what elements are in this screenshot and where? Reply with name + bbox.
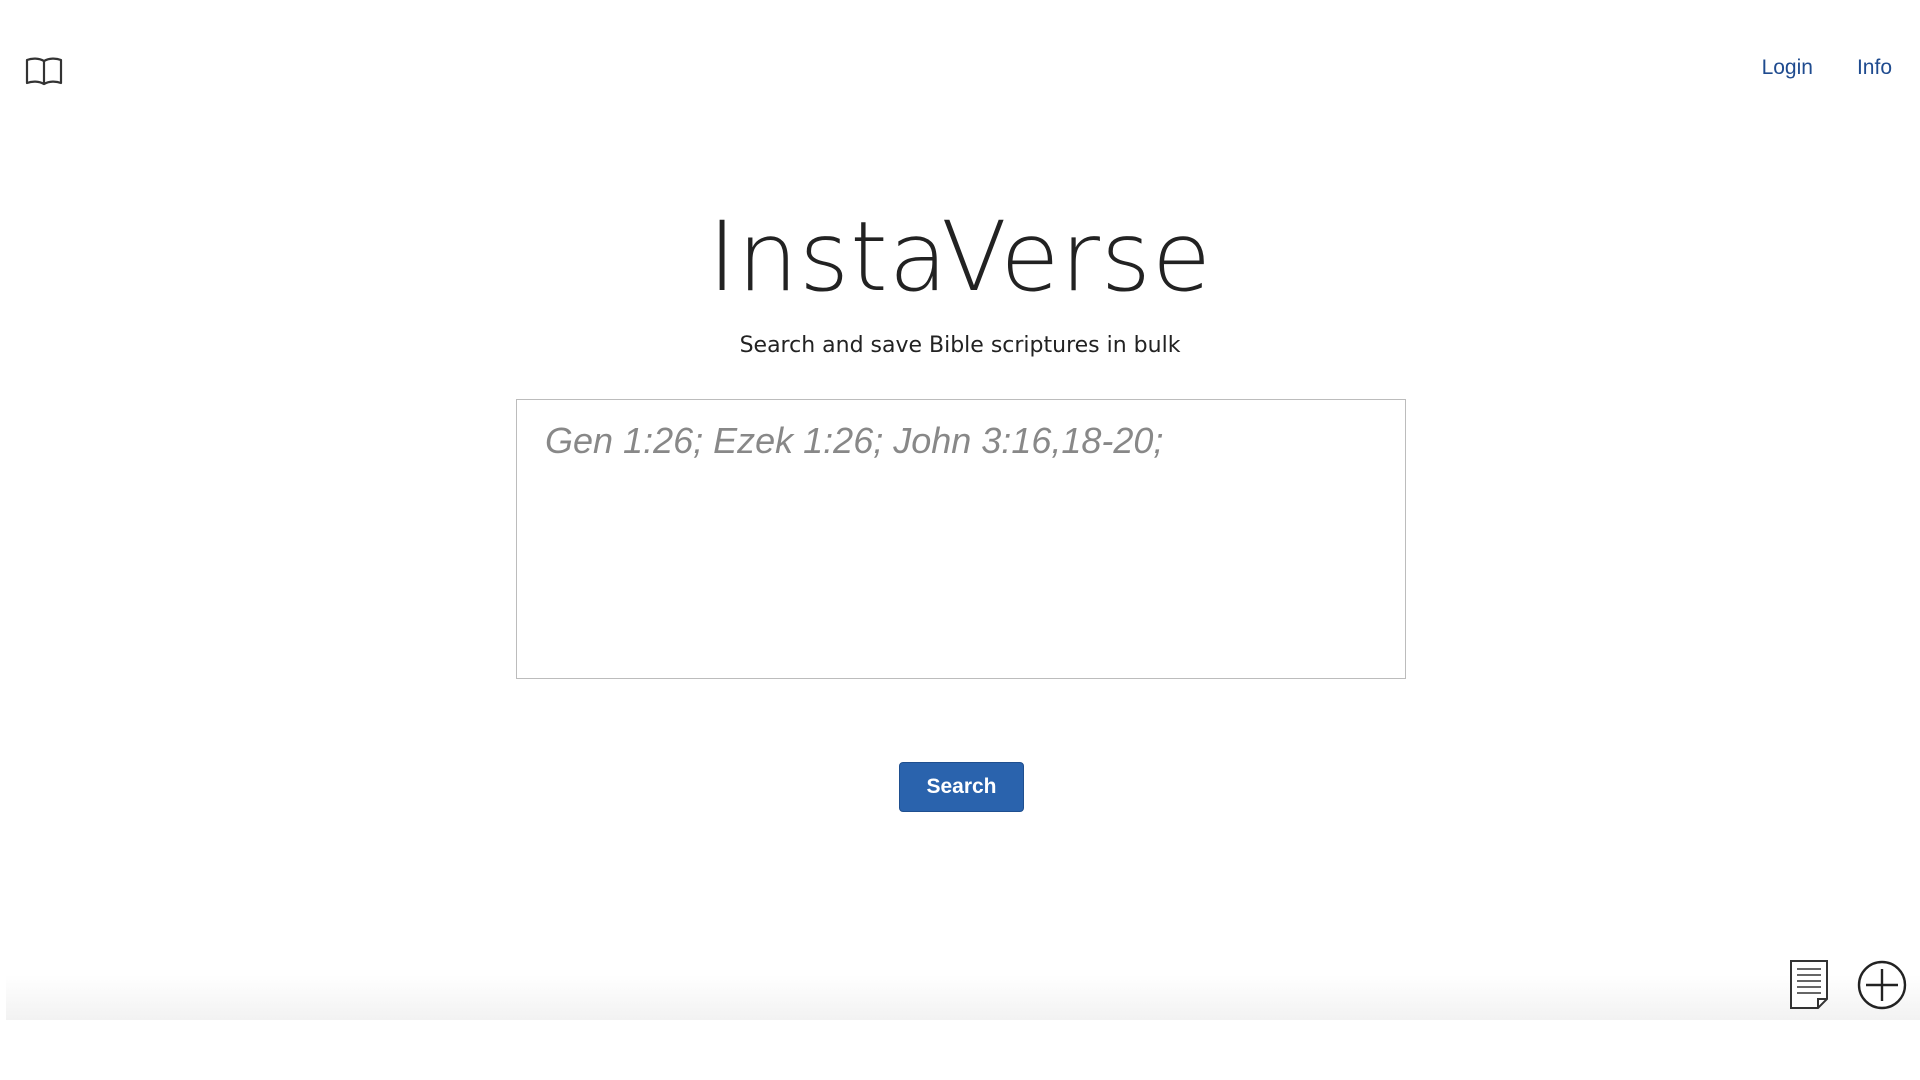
scripture-query-input[interactable] [516,399,1406,679]
login-link[interactable]: Login [1762,56,1813,80]
app-subtitle: Search and save Bible scriptures in bulk [739,333,1181,358]
footer-bar [6,975,1920,1020]
add-circle-icon[interactable] [1856,959,1908,1011]
page: Login Info InstaVerse Search and save Bi… [0,0,1920,1080]
search-button[interactable]: Search [899,762,1024,812]
app-title: InstaVerse [707,201,1212,313]
top-nav: Login Info [1762,56,1892,80]
open-book-icon[interactable] [24,55,64,89]
notes-icon[interactable] [1788,958,1830,1010]
info-link[interactable]: Info [1857,56,1892,80]
